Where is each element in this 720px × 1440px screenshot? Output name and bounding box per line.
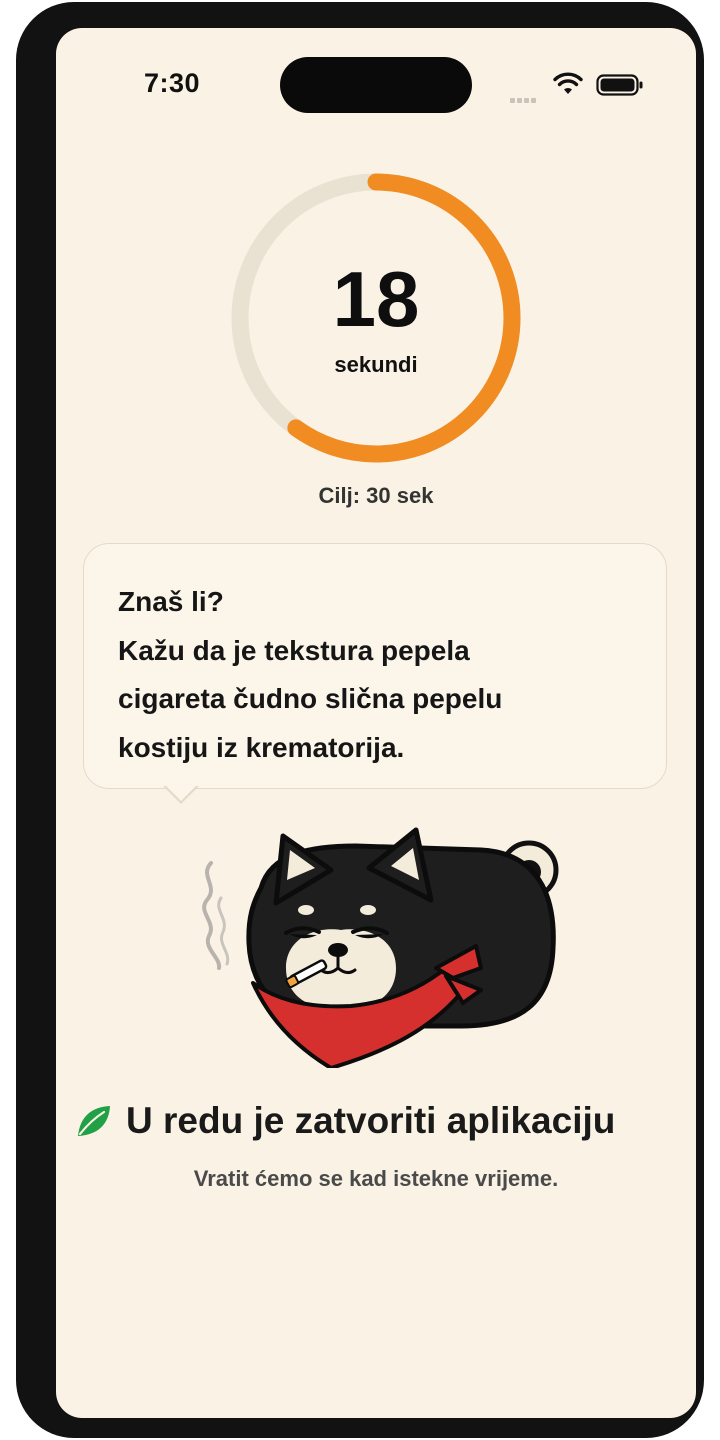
phone-frame: 7:30 18 sekundi Cilj: 30 sek Znaš li? Ka… — [16, 2, 704, 1438]
leaf-icon — [78, 1106, 110, 1136]
fact-speech-bubble: Znaš li? Kažu da je tekstura pepela ciga… — [83, 543, 667, 789]
battery-icon — [596, 74, 643, 96]
timer-unit-label: sekundi — [334, 352, 418, 377]
timer-seconds-value: 18 — [332, 255, 420, 343]
fact-text-line: Kažu da je tekstura pepela — [118, 634, 470, 666]
goal-label: Cilj: 30 sek — [318, 483, 434, 508]
dynamic-island — [280, 57, 472, 113]
fact-heading: Znaš li? — [118, 586, 224, 617]
smoking-shiba-dog-icon — [202, 827, 559, 1068]
close-app-subtitle: Vratit ćemo se kad istekne vrijeme. — [193, 1166, 559, 1191]
close-app-title: U redu je zatvoriti aplikaciju — [126, 1100, 616, 1141]
screen: 7:30 18 sekundi Cilj: 30 sek Znaš li? Ka… — [56, 28, 696, 1418]
wifi-icon — [553, 72, 583, 94]
fact-text-line: cigareta čudno slična pepelu — [118, 683, 503, 714]
fact-text-line: kostiju iz krematorija. — [118, 731, 405, 763]
status-time: 7:30 — [144, 68, 201, 98]
close-app-message: U redu je zatvoriti aplikaciju — [76, 1100, 696, 1142]
cellular-signal-icon — [510, 90, 538, 108]
